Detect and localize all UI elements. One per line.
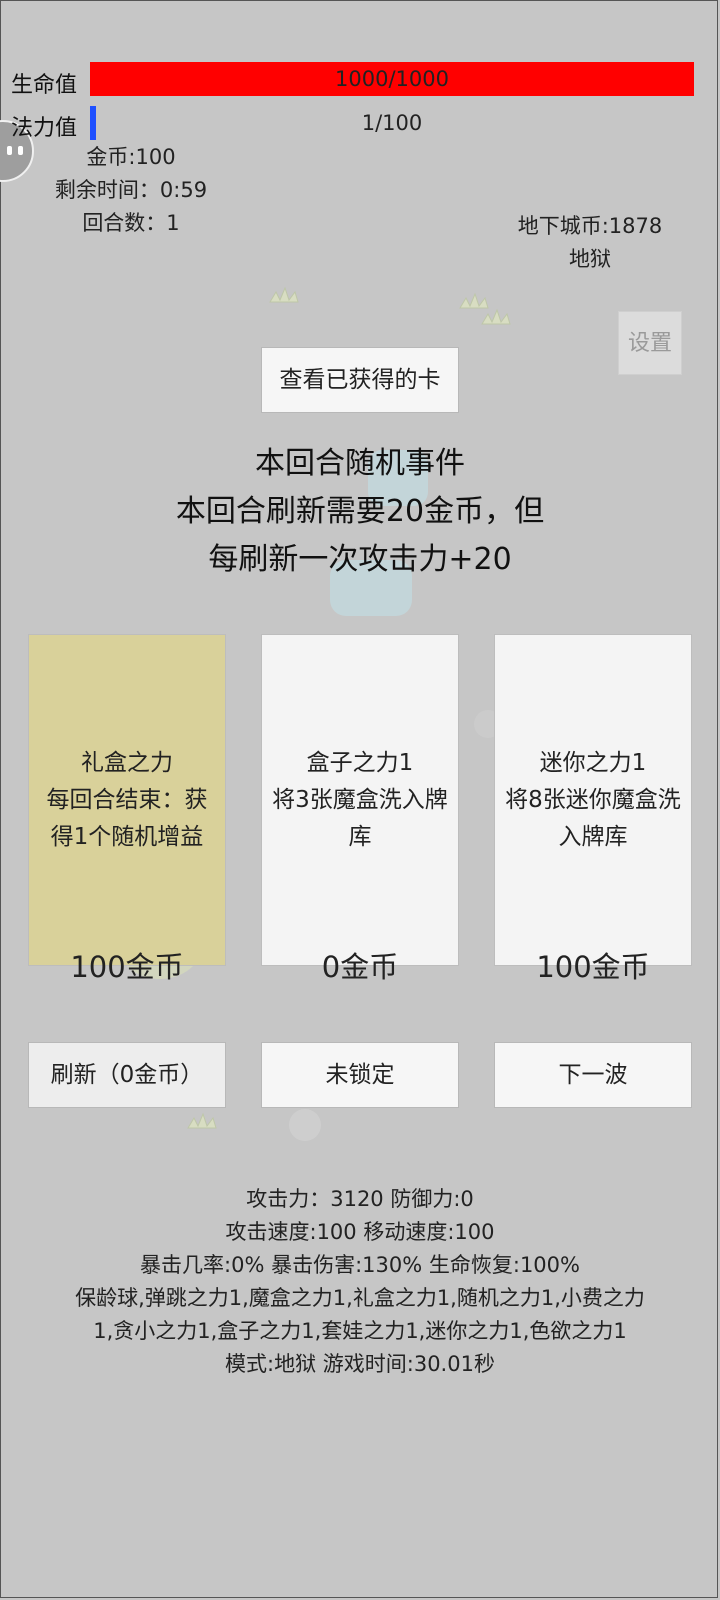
refresh-button[interactable]: 刷新（0金币） bbox=[28, 1042, 226, 1108]
player-stats: 攻击力：3120 防御力:0 攻击速度:100 移动速度:100 暴击几率:0%… bbox=[20, 1183, 700, 1381]
mp-label: 法力值 bbox=[11, 116, 78, 141]
card-price: 0金币 bbox=[321, 950, 399, 984]
shop-card[interactable]: 礼盒之力 每回合结束：获 得1个随机增益 bbox=[28, 634, 226, 966]
time-left: 剩余时间：0:59 bbox=[54, 178, 208, 202]
stat-line: 攻击速度:100 移动速度:100 bbox=[225, 1220, 495, 1244]
hp-value: 1000/1000 bbox=[335, 67, 449, 91]
shop-card[interactable]: 盒子之力1 将3张魔盒洗入牌库 bbox=[261, 634, 459, 966]
card-description: 盒子之力1 将3张魔盒洗入牌库 bbox=[272, 750, 448, 850]
card-price: 100金币 bbox=[536, 950, 650, 984]
card-description: 礼盒之力 每回合结束：获 得1个随机增益 bbox=[46, 750, 208, 850]
event-title: 本回合随机事件 bbox=[255, 446, 465, 481]
stat-line: 模式:地狱 游戏时间:30.01秒 bbox=[225, 1352, 495, 1376]
dungeon-coins: 地下城币:1878 bbox=[517, 214, 663, 238]
view-cards-button[interactable]: 查看已获得的卡 bbox=[261, 347, 459, 413]
stat-line: 暴击几率:0% 暴击伤害:130% 生命恢复:100% bbox=[140, 1253, 580, 1277]
stat-line: 攻击力：3120 防御力:0 bbox=[246, 1187, 474, 1211]
card-price: 100金币 bbox=[70, 950, 184, 984]
settings-button[interactable]: 设置 bbox=[618, 311, 682, 375]
mp-value: 1/100 bbox=[361, 111, 423, 135]
event-line-3: 每刷新一次攻击力+20 bbox=[208, 542, 512, 577]
hp-label: 生命值 bbox=[11, 73, 78, 98]
lock-button[interactable]: 未锁定 bbox=[261, 1042, 459, 1108]
difficulty-label: 地狱 bbox=[569, 247, 611, 271]
card-description: 迷你之力1 将8张迷你魔盒洗 入牌库 bbox=[505, 750, 681, 850]
round-counter: 回合数：1 bbox=[82, 211, 180, 235]
stat-line: 保龄球,弹跳之力1,魔盒之力1,礼盒之力1,随机之力1,小费之力 bbox=[75, 1286, 645, 1310]
gold-counter: 金币:100 bbox=[86, 145, 176, 169]
random-event: 本回合随机事件 本回合刷新需要20金币，但 每刷新一次攻击力+20 bbox=[60, 440, 660, 584]
next-wave-button[interactable]: 下一波 bbox=[494, 1042, 692, 1108]
stat-line: 1,贪小之力1,盒子之力1,套娃之力1,迷你之力1,色欲之力1 bbox=[93, 1319, 627, 1343]
shop-card[interactable]: 迷你之力1 将8张迷你魔盒洗 入牌库 bbox=[494, 634, 692, 966]
event-line-2: 本回合刷新需要20金币，但 bbox=[175, 494, 545, 529]
